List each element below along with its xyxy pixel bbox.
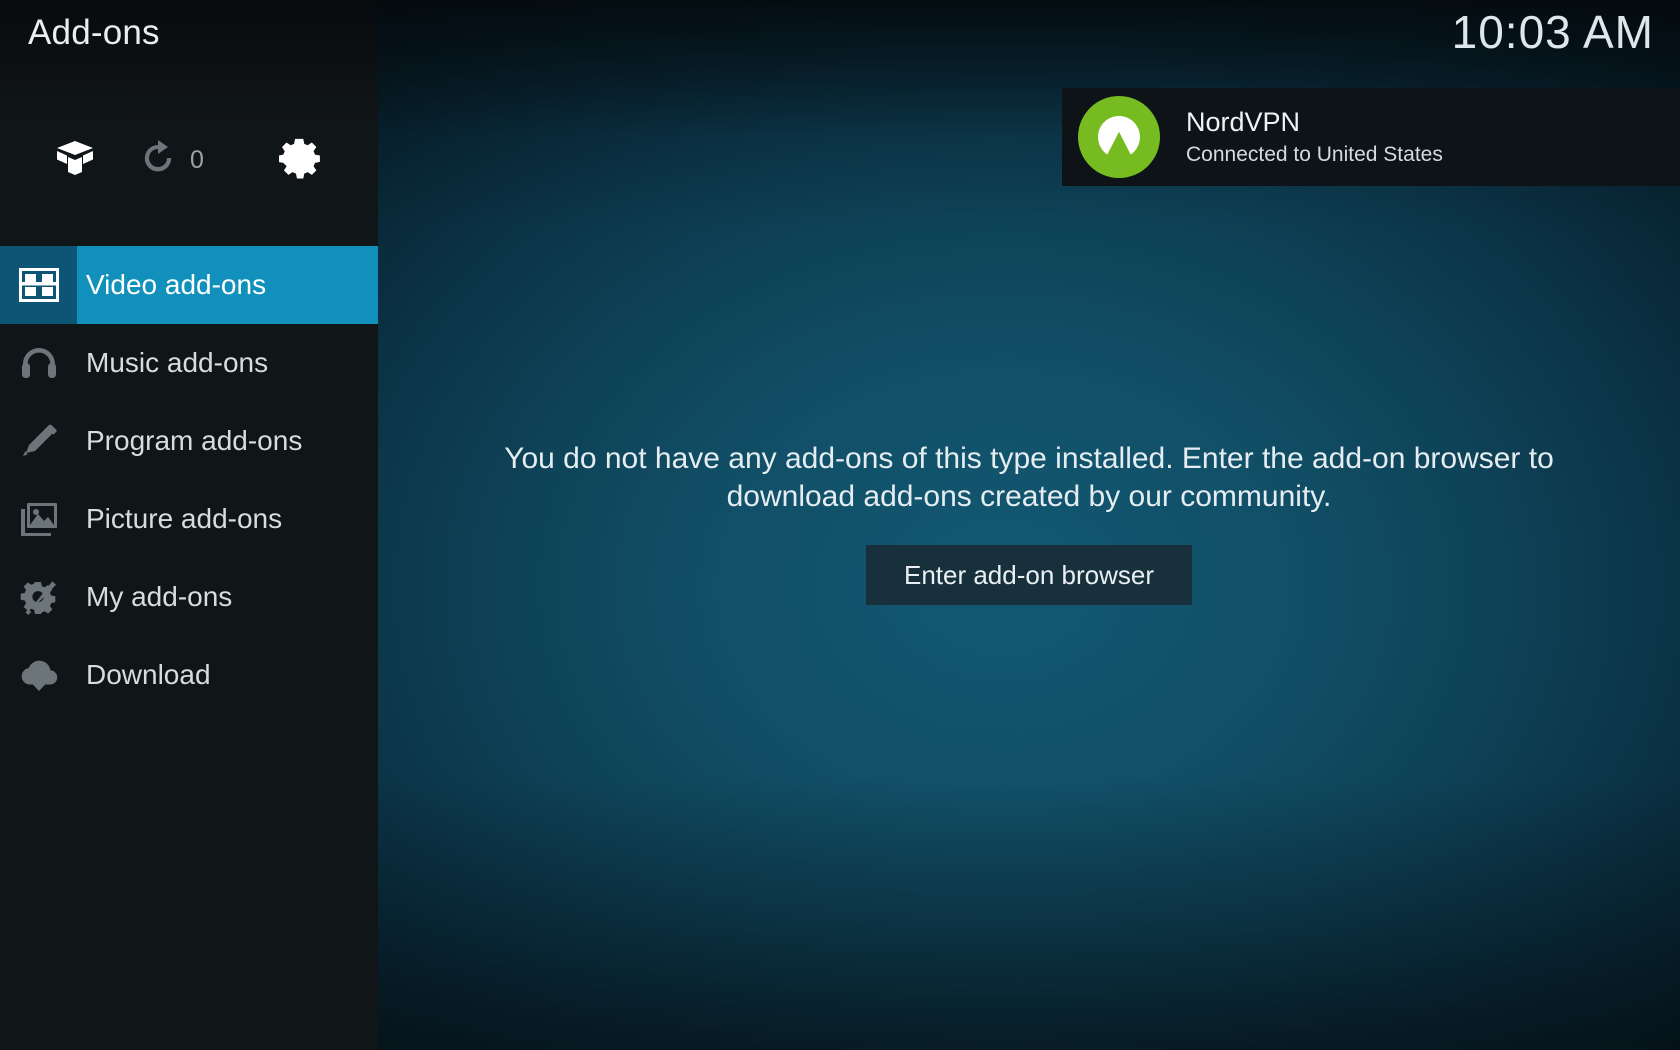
sidebar-item-music-addons-labelwrap: Music add-ons: [77, 324, 378, 402]
empty-state: You do not have any add-ons of this type…: [378, 440, 1680, 605]
sidebar-item-video-addons-labelwrap: Video add-ons: [77, 246, 378, 324]
gear-icon: [278, 137, 321, 184]
notification-text: NordVPN Connected to United States: [1186, 107, 1443, 166]
sidebar-item-video-addons[interactable]: Video add-ons: [0, 246, 378, 324]
nordvpn-mountain-icon: [1078, 96, 1160, 178]
sidebar-item-picture-addons-labelwrap: Picture add-ons: [77, 480, 378, 558]
clock: 10:03 AM: [1451, 6, 1654, 58]
sidebar-item-program-addons-labelwrap: Program add-ons: [77, 402, 378, 480]
sidebar-item-label: Video add-ons: [86, 269, 267, 300]
notification-subtitle: Connected to United States: [1186, 142, 1443, 166]
sidebar: Add-ons 0 Video add-ons Music add-ons Pr…: [0, 0, 378, 1050]
install-from-zip-button[interactable]: [48, 128, 102, 192]
sidebar-item-program-addons[interactable]: Program add-ons: [0, 402, 378, 480]
refresh-icon: [140, 139, 176, 182]
kodi-addons-screen: Add-ons 0 Video add-ons Music add-ons Pr…: [0, 0, 1680, 1050]
headphones-icon: [0, 324, 77, 402]
sidebar-item-label: Program add-ons: [86, 425, 303, 456]
film-strip-icon: [0, 246, 77, 324]
sidebar-item-download-labelwrap: Download: [77, 636, 378, 714]
gear-wrench-icon: [0, 558, 77, 636]
pencil-ruler-icon: [0, 402, 77, 480]
addon-settings-button[interactable]: [272, 128, 328, 192]
empty-state-message: You do not have any add-ons of this type…: [504, 442, 1554, 514]
sidebar-item-download[interactable]: Download: [0, 636, 378, 714]
notification-title: NordVPN: [1186, 107, 1301, 138]
open-box-icon: [55, 139, 95, 182]
photo-icon: [0, 480, 77, 558]
page-title: Add-ons: [28, 13, 160, 52]
sidebar-item-my-addons-labelwrap: My add-ons: [77, 558, 378, 636]
update-count-label: 0: [190, 145, 204, 174]
cloud-download-icon: [0, 636, 77, 714]
enter-addon-browser-button[interactable]: Enter add-on browser: [865, 544, 1193, 605]
notification-toast[interactable]: NordVPN Connected to United States: [1062, 88, 1680, 186]
check-updates-button[interactable]: 0: [140, 128, 240, 192]
sidebar-item-label: Download: [86, 659, 211, 690]
sidebar-item-music-addons[interactable]: Music add-ons: [0, 324, 378, 402]
sidebar-item-picture-addons[interactable]: Picture add-ons: [0, 480, 378, 558]
sidebar-item-my-addons[interactable]: My add-ons: [0, 558, 378, 636]
addons-toolbar: 0: [0, 128, 378, 192]
sidebar-item-label: Music add-ons: [86, 347, 269, 378]
sidebar-item-label: My add-ons: [86, 581, 233, 612]
sidebar-item-label: Picture add-ons: [86, 503, 283, 534]
addons-category-menu: Video add-ons Music add-ons Program add-…: [0, 246, 378, 714]
